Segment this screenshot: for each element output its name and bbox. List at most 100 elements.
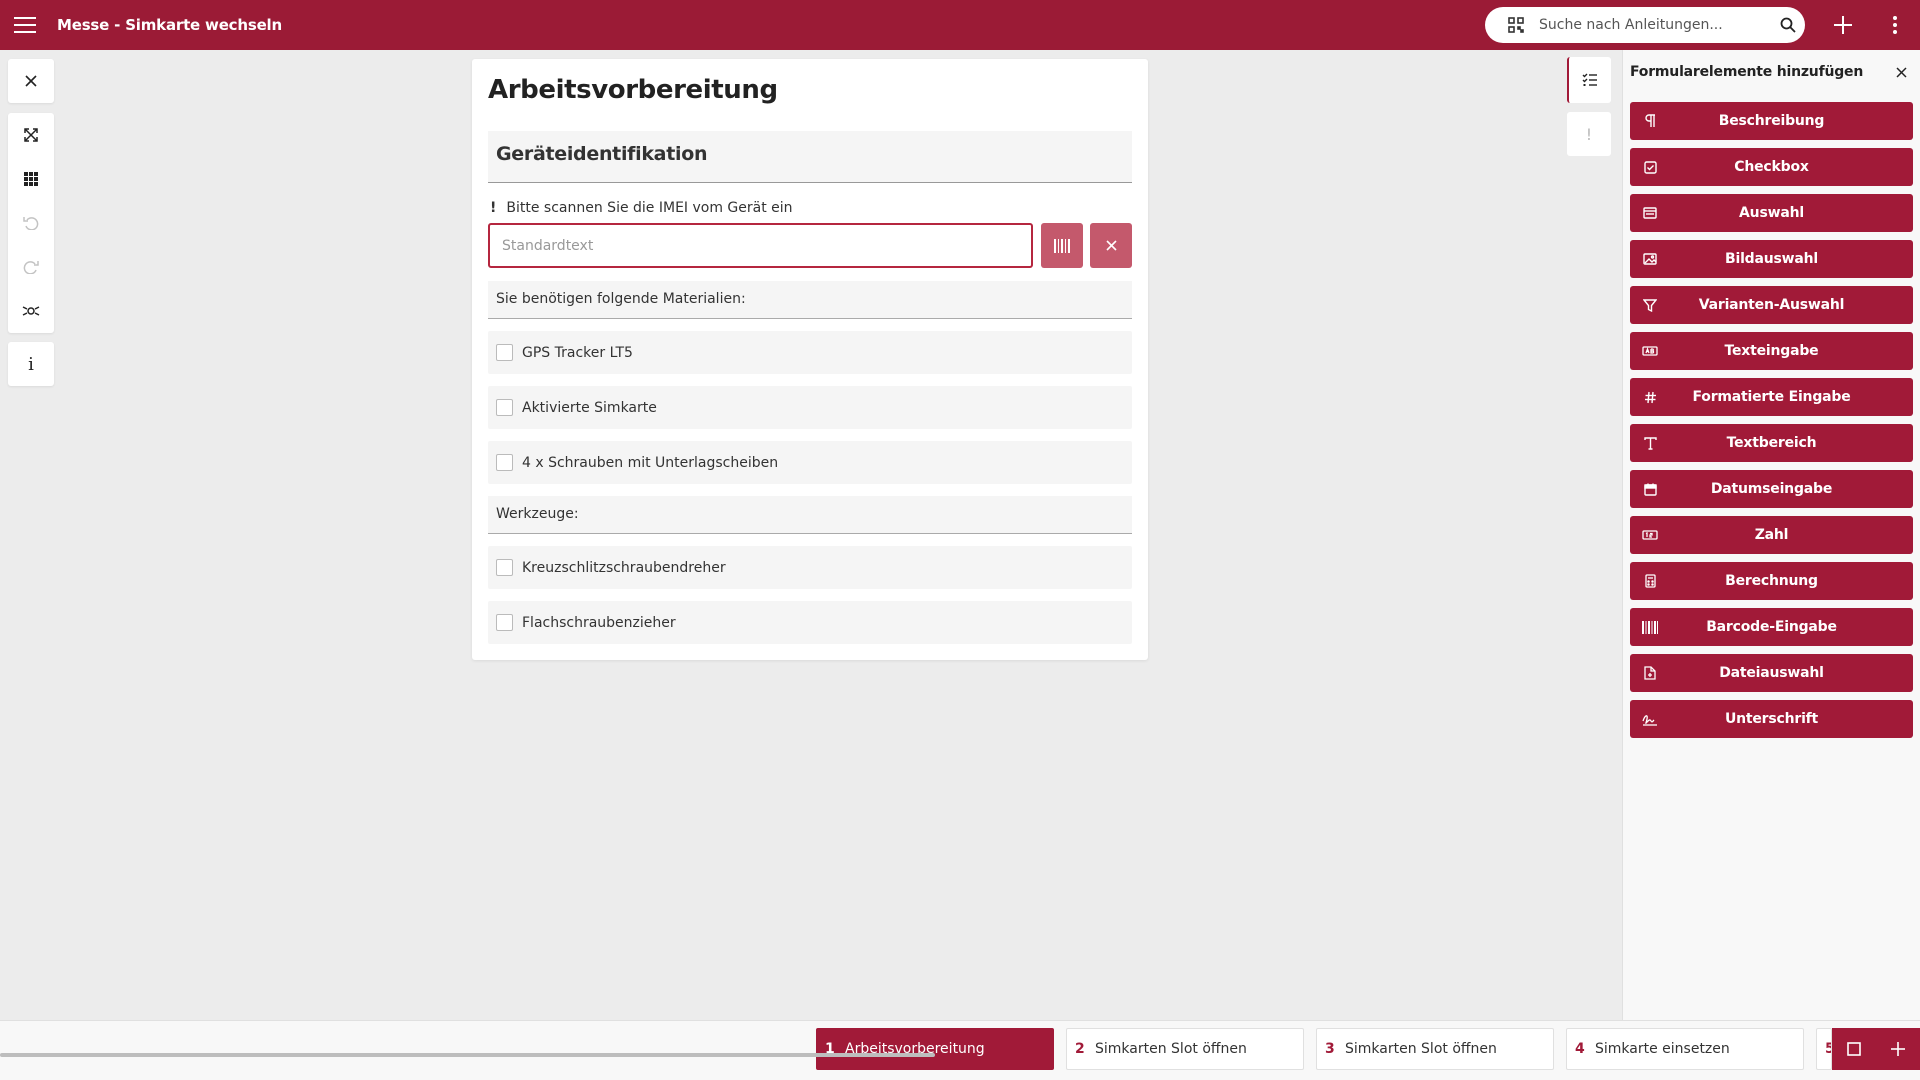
calculator-icon xyxy=(1642,573,1658,589)
checklist-item[interactable]: Kreuzschlitzschraubendreher xyxy=(488,546,1132,589)
file-icon xyxy=(1642,665,1658,681)
fullscreen-icon[interactable] xyxy=(8,113,54,157)
add-selection-button[interactable]: Auswahl xyxy=(1630,194,1913,232)
card-title: Arbeitsvorbereitung xyxy=(488,75,778,105)
form-elements-toggle[interactable] xyxy=(1567,57,1611,103)
hamburger-menu-icon[interactable] xyxy=(0,0,50,50)
add-variant-selection-button[interactable]: Varianten-Auswahl xyxy=(1630,286,1913,324)
checkbox[interactable] xyxy=(496,399,513,416)
checklist-item[interactable]: 4 x Schrauben mit Unterlagscheiben xyxy=(488,441,1132,484)
top-bar: Messe - Simkarte wechseln xyxy=(0,0,1920,50)
number-icon xyxy=(1642,527,1658,543)
close-icon[interactable] xyxy=(8,59,54,103)
add-calculation-button[interactable]: Berechnung xyxy=(1630,562,1913,600)
button-label: Unterschrift xyxy=(1724,711,1819,727)
hint-text: Bitte scannen Sie die IMEI vom Gerät ein xyxy=(506,200,793,216)
checklist-item[interactable]: GPS Tracker LT5 xyxy=(488,331,1132,374)
calendar-icon xyxy=(1642,481,1658,497)
info-icon[interactable]: i xyxy=(8,342,54,386)
search-input[interactable] xyxy=(1539,17,1769,33)
left-info-group: i xyxy=(8,342,54,386)
app-title: Messe - Simkarte wechseln xyxy=(57,16,282,34)
add-text-input-button[interactable]: Texteingabe xyxy=(1630,332,1913,370)
checkbox[interactable] xyxy=(496,614,513,631)
qr-code-icon[interactable] xyxy=(1505,14,1527,36)
checklist-item-label: Flachschraubenzieher xyxy=(522,614,676,631)
button-label: Bildauswahl xyxy=(1725,251,1818,267)
text-input-icon xyxy=(1642,343,1658,359)
step-tab[interactable]: 3 Simkarten Slot öffnen xyxy=(1316,1028,1554,1070)
add-image-selection-button[interactable]: Bildauswahl xyxy=(1630,240,1913,278)
step-tab[interactable]: 1 Arbeitsvorbereitung xyxy=(816,1028,1054,1070)
button-label: Checkbox xyxy=(1734,159,1809,175)
checkbox[interactable] xyxy=(496,454,513,471)
checklist-item-label: Kreuzschlitzschraubendreher xyxy=(522,559,726,576)
add-icon[interactable] xyxy=(1826,8,1860,42)
imei-input[interactable] xyxy=(488,223,1033,268)
focus-target-icon[interactable] xyxy=(8,289,54,333)
grid-icon[interactable] xyxy=(8,157,54,201)
checkbox[interactable] xyxy=(496,344,513,361)
search-bar[interactable] xyxy=(1485,7,1805,43)
button-label: Beschreibung xyxy=(1718,113,1825,129)
step-tab[interactable]: 4 Simkarte einsetzen xyxy=(1566,1028,1804,1070)
materials-label-row: Sie benötigen folgende Materialien: xyxy=(488,281,1132,319)
more-vertical-icon[interactable] xyxy=(1880,8,1910,42)
view-toggle-icon[interactable] xyxy=(1832,1028,1876,1070)
barcode-icon xyxy=(1642,619,1658,635)
button-label: Dateiauswahl xyxy=(1719,665,1824,681)
button-label: Auswahl xyxy=(1739,205,1804,221)
step-tab[interactable]: 2 Simkarten Slot öffnen xyxy=(1066,1028,1304,1070)
info-label: i xyxy=(28,353,34,375)
panel-title: Formularelemente hinzufügen xyxy=(1630,64,1864,80)
warnings-toggle[interactable]: ! xyxy=(1567,112,1611,156)
add-checkbox-button[interactable]: Checkbox xyxy=(1630,148,1913,186)
checklist-item-label: Aktivierte Simkarte xyxy=(522,399,657,416)
step-tab[interactable]: 5 xyxy=(1816,1028,1832,1070)
checklist-item[interactable]: Flachschraubenzieher xyxy=(488,601,1132,644)
button-label: Barcode-Eingabe xyxy=(1706,619,1837,635)
add-barcode-input-button[interactable]: Barcode-Eingabe xyxy=(1630,608,1913,646)
button-label: Varianten-Auswahl xyxy=(1698,297,1845,313)
close-icon[interactable] xyxy=(1889,60,1913,84)
button-label: Zahl xyxy=(1754,527,1789,543)
image-icon xyxy=(1642,251,1658,267)
redo-icon[interactable] xyxy=(8,245,54,289)
clear-input-button[interactable] xyxy=(1090,223,1132,268)
signature-icon xyxy=(1642,711,1658,727)
tools-label-row: Werkzeuge: xyxy=(488,496,1132,534)
tools-label: Werkzeuge: xyxy=(496,506,579,522)
materials-label: Sie benötigen folgende Materialien: xyxy=(496,291,746,307)
add-formatted-input-button[interactable]: Formatierte Eingabe xyxy=(1630,378,1913,416)
undo-icon[interactable] xyxy=(8,201,54,245)
button-label: Datumseingabe xyxy=(1710,481,1833,497)
button-label: Texteingabe xyxy=(1724,343,1819,359)
section-header: Geräteidentifikation xyxy=(488,131,1132,183)
close-icon xyxy=(1105,240,1117,251)
scrollbar-thumb[interactable] xyxy=(0,1053,935,1057)
filter-icon xyxy=(1642,297,1658,313)
search-icon[interactable] xyxy=(1777,14,1799,36)
alert-icon: ! xyxy=(1585,124,1593,144)
checklist-item[interactable]: Aktivierte Simkarte xyxy=(488,386,1132,429)
barcode-icon xyxy=(1054,238,1070,253)
add-step-icon[interactable] xyxy=(1876,1028,1920,1070)
step-card: Arbeitsvorbereitung Geräteidentifikation… xyxy=(472,59,1148,660)
step-actions xyxy=(1832,1028,1920,1070)
add-description-button[interactable]: Beschreibung xyxy=(1630,102,1913,140)
add-file-selection-button[interactable]: Dateiauswahl xyxy=(1630,654,1913,692)
step-bar: 1 Arbeitsvorbereitung 2 Simkarten Slot ö… xyxy=(0,1020,1920,1080)
add-textarea-button[interactable]: Textbereich xyxy=(1630,424,1913,462)
section-title: Geräteidentifikation xyxy=(496,143,708,165)
checklist-item-label: 4 x Schrauben mit Unterlagscheiben xyxy=(522,454,779,471)
button-label: Berechnung xyxy=(1725,573,1818,589)
checkbox[interactable] xyxy=(496,559,513,576)
add-date-input-button[interactable]: Datumseingabe xyxy=(1630,470,1913,508)
add-signature-button[interactable]: Unterschrift xyxy=(1630,700,1913,738)
text-icon xyxy=(1642,435,1658,451)
button-label: Textbereich xyxy=(1726,435,1817,451)
add-number-button[interactable]: Zahl xyxy=(1630,516,1913,554)
button-label: Formatierte Eingabe xyxy=(1692,389,1851,405)
step-scrollbar[interactable] xyxy=(0,1053,1832,1057)
barcode-scan-button[interactable] xyxy=(1041,223,1083,268)
